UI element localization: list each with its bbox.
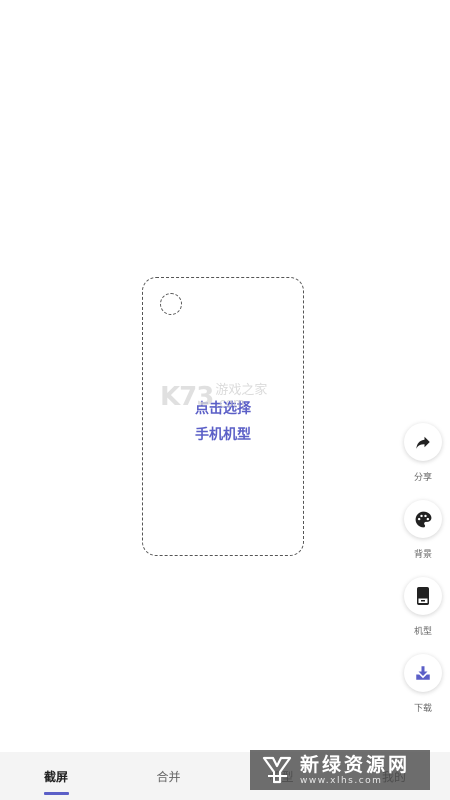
background-button[interactable]: 背景: [403, 500, 443, 560]
phone-model-label: 机型: [413, 627, 432, 637]
tab-phone-model[interactable]: 机型: [225, 752, 338, 800]
select-phone-label-line2: 手机机型: [195, 427, 251, 443]
background-label: 背景: [413, 550, 432, 560]
palette-icon: [404, 500, 442, 538]
share-button[interactable]: 分享: [403, 423, 443, 483]
phone-model-button[interactable]: 机型: [403, 577, 443, 637]
select-phone-label-line1: 点击选择: [195, 401, 251, 417]
active-tab-indicator: [44, 792, 69, 795]
download-button[interactable]: 下载: [403, 654, 443, 714]
tab-mine[interactable]: 我的: [338, 752, 450, 800]
share-label: 分享: [413, 473, 432, 483]
camera-outline: [160, 293, 182, 315]
download-label: 下载: [413, 704, 432, 714]
phone-icon: [404, 577, 442, 615]
tab-merge[interactable]: 合并: [112, 752, 225, 800]
share-icon: [404, 423, 442, 461]
phone-model-placeholder[interactable]: 点击选择 手机机型: [142, 277, 304, 556]
download-icon: [404, 654, 442, 692]
